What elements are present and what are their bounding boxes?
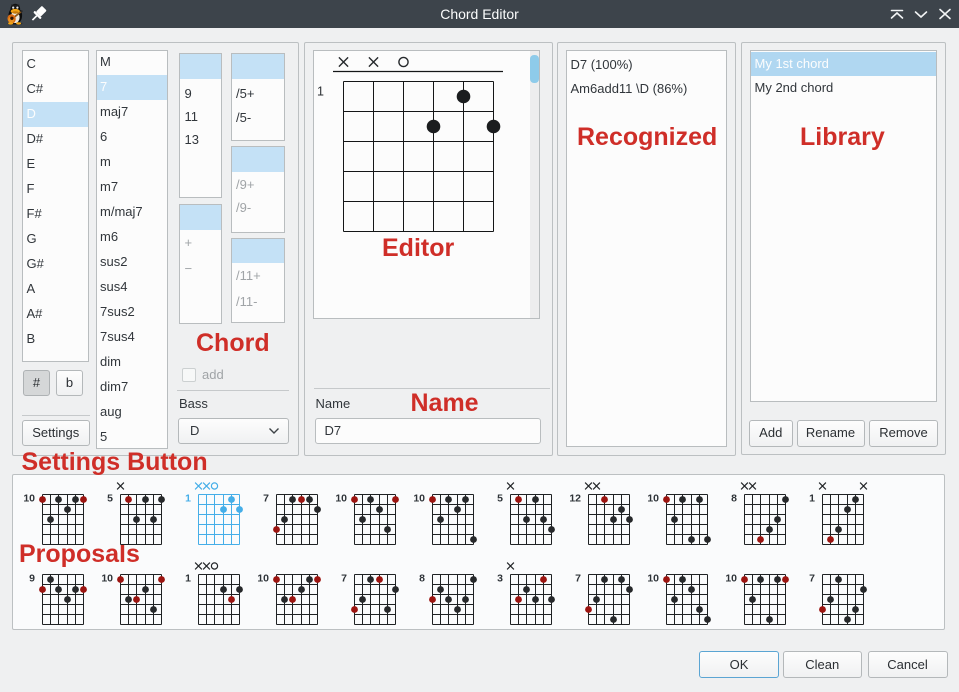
svg-text:8: 8: [419, 573, 425, 585]
svg-text:8: 8: [731, 493, 737, 505]
svg-text:1: 1: [185, 573, 191, 585]
svg-text:10: 10: [647, 493, 659, 505]
svg-text:7: 7: [809, 573, 815, 585]
svg-text:7: 7: [341, 573, 347, 585]
svg-text:10: 10: [335, 493, 347, 505]
svg-text:10: 10: [413, 493, 425, 505]
svg-text:1: 1: [809, 493, 815, 505]
svg-text:7: 7: [263, 493, 269, 505]
svg-text:10: 10: [725, 573, 737, 585]
svg-text:10: 10: [647, 573, 659, 585]
svg-text:1: 1: [317, 85, 324, 99]
svg-text:10: 10: [23, 493, 35, 505]
svg-text:10: 10: [257, 573, 269, 585]
svg-text:12: 12: [569, 493, 581, 505]
svg-text:7: 7: [575, 573, 581, 585]
svg-text:10: 10: [101, 573, 113, 585]
svg-text:3: 3: [497, 573, 503, 585]
svg-text:1: 1: [185, 493, 191, 505]
svg-text:5: 5: [497, 493, 503, 505]
svg-text:9: 9: [29, 573, 35, 585]
svg-text:5: 5: [107, 493, 113, 505]
